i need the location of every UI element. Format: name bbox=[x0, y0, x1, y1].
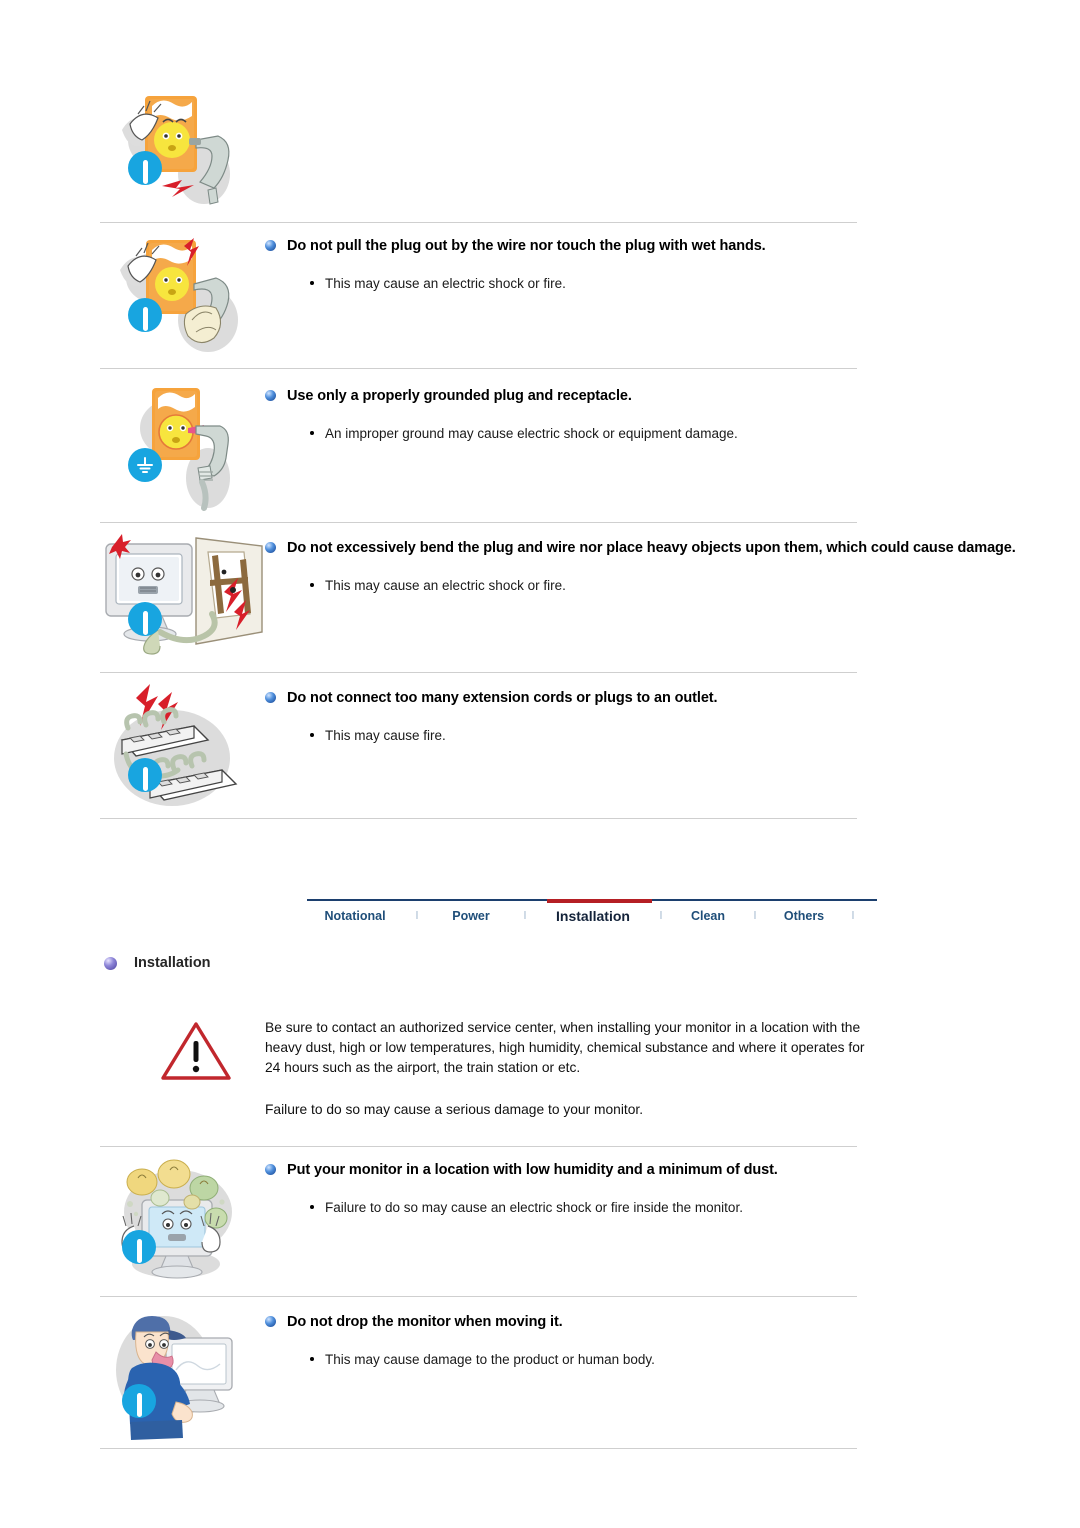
safety-heading-text: Do not pull the plug out by the wire nor… bbox=[287, 238, 766, 254]
safety-heading: Do not pull the plug out by the wire nor… bbox=[265, 236, 766, 256]
tab-others[interactable]: Others bbox=[769, 904, 839, 928]
tab-separator: l bbox=[523, 910, 527, 922]
tab-separator: l bbox=[415, 910, 419, 922]
divider bbox=[100, 1448, 857, 1449]
ground-icon bbox=[128, 448, 162, 482]
bullet-sphere-icon bbox=[265, 542, 276, 553]
safety-heading: Do not connect too many extension cords … bbox=[265, 688, 718, 708]
exclamation-icon bbox=[128, 298, 162, 332]
safety-detail-item: This may cause fire. bbox=[265, 726, 717, 745]
person-carrying-monitor-icon bbox=[100, 1304, 265, 1444]
divider bbox=[100, 522, 857, 523]
tab-navigation: Notational l Power l Installation l Clea… bbox=[307, 899, 877, 935]
divider bbox=[100, 1146, 857, 1147]
safety-heading: Put your monitor in a location with low … bbox=[265, 1160, 778, 1180]
safety-row-pull-plug: Do not pull the plug out by the wire nor… bbox=[0, 228, 796, 368]
safety-detail-item: This may cause an electric shock or fire… bbox=[265, 576, 1016, 595]
outlet-face-grounded-plug-icon bbox=[100, 378, 265, 518]
safety-content: Do not drop the monitor when moving it. … bbox=[265, 1304, 685, 1369]
bullet-dot-icon bbox=[310, 281, 314, 285]
tab-list: Notational l Power l Installation l Clea… bbox=[307, 903, 877, 929]
divider bbox=[100, 1296, 857, 1297]
safety-detail-text: An improper ground may cause electric sh… bbox=[325, 426, 738, 441]
warning-text: Be sure to contact an authorized service… bbox=[265, 1018, 865, 1120]
exclamation-icon bbox=[122, 1230, 156, 1264]
exclamation-icon bbox=[128, 151, 162, 185]
safety-detail-item: This may cause an electric shock or fire… bbox=[265, 274, 766, 293]
top-illustration-row bbox=[0, 78, 295, 218]
safety-heading-text: Do not connect too many extension cords … bbox=[287, 690, 718, 706]
bullet-dot-icon bbox=[310, 431, 314, 435]
warning-paragraph: Be sure to contact an authorized service… bbox=[265, 1020, 865, 1075]
page-title: Installation bbox=[104, 955, 211, 971]
safety-heading-text: Use only a properly grounded plug and re… bbox=[287, 388, 632, 404]
safety-heading: Use only a properly grounded plug and re… bbox=[265, 386, 738, 406]
safety-content: Do not pull the plug out by the wire nor… bbox=[265, 228, 796, 293]
exclamation-icon bbox=[122, 1384, 156, 1418]
safety-content: Use only a properly grounded plug and re… bbox=[265, 378, 768, 443]
safety-detail-text: This may cause damage to the product or … bbox=[325, 1352, 655, 1367]
divider bbox=[100, 818, 857, 819]
safety-heading-text: Do not excessively bend the plug and wir… bbox=[287, 540, 1016, 556]
safety-content: Do not excessively bend the plug and wir… bbox=[265, 530, 1046, 595]
exclamation-icon bbox=[128, 758, 162, 792]
bullet-dot-icon bbox=[310, 1205, 314, 1209]
manual-page: Do not pull the plug out by the wire nor… bbox=[0, 0, 1080, 1528]
overloaded-power-strip-icon bbox=[100, 680, 265, 820]
safety-content: Do not connect too many extension cords … bbox=[265, 680, 747, 745]
bullet-sphere-icon bbox=[265, 390, 276, 401]
bullet-dot-icon bbox=[310, 583, 314, 587]
bullet-sphere-icon bbox=[265, 240, 276, 251]
safety-detail-text: This may cause an electric shock or fire… bbox=[325, 578, 566, 593]
divider bbox=[100, 222, 857, 223]
outlet-face-plug-pull-icon bbox=[100, 78, 265, 218]
safety-row-low-humidity: Put your monitor in a location with low … bbox=[0, 1152, 808, 1292]
safety-heading: Do not drop the monitor when moving it. bbox=[265, 1312, 655, 1332]
warning-triangle-icon bbox=[160, 1020, 232, 1082]
tab-clean[interactable]: Clean bbox=[675, 904, 741, 928]
bullet-dot-icon bbox=[310, 1357, 314, 1361]
safety-row-extension-cords: Do not connect too many extension cords … bbox=[0, 680, 747, 820]
safety-row-grounded-plug: Use only a properly grounded plug and re… bbox=[0, 378, 768, 518]
tab-separator: l bbox=[753, 910, 757, 922]
divider bbox=[100, 672, 857, 673]
safety-detail-item: An improper ground may cause electric sh… bbox=[265, 424, 738, 443]
safety-heading-text: Put your monitor in a location with low … bbox=[287, 1162, 778, 1178]
bullet-sphere-icon bbox=[265, 1164, 276, 1175]
section-orb-icon bbox=[104, 956, 117, 970]
warning-paragraph: Failure to do so may cause a serious dam… bbox=[265, 1102, 644, 1117]
tab-notational[interactable]: Notational bbox=[307, 904, 403, 928]
safety-detail-text: This may cause fire. bbox=[325, 728, 446, 743]
bullet-sphere-icon bbox=[265, 692, 276, 703]
safety-row-do-not-drop: Do not drop the monitor when moving it. … bbox=[0, 1304, 685, 1444]
page-title-text: Installation bbox=[134, 955, 211, 971]
safety-row-bend-plug: Do not excessively bend the plug and wir… bbox=[0, 530, 1046, 670]
exclamation-icon bbox=[128, 602, 162, 636]
monitor-dust-particles-icon bbox=[100, 1152, 265, 1292]
monitor-bent-cable-icon bbox=[100, 530, 265, 670]
divider bbox=[100, 368, 857, 369]
safety-detail-text: This may cause an electric shock or fire… bbox=[325, 276, 566, 291]
outlet-face-plug-pull-icon bbox=[100, 228, 265, 368]
top-illustration-spacer bbox=[265, 78, 295, 86]
safety-heading-text: Do not drop the monitor when moving it. bbox=[287, 1314, 563, 1330]
safety-heading: Do not excessively bend the plug and wir… bbox=[265, 538, 1016, 558]
safety-content: Put your monitor in a location with low … bbox=[265, 1152, 808, 1217]
safety-detail-item: Failure to do so may cause an electric s… bbox=[265, 1198, 778, 1217]
tab-separator: l bbox=[851, 910, 855, 922]
tab-installation[interactable]: Installation bbox=[539, 903, 647, 929]
bullet-dot-icon bbox=[310, 733, 314, 737]
safety-detail-item: This may cause damage to the product or … bbox=[265, 1350, 655, 1369]
safety-detail-text: Failure to do so may cause an electric s… bbox=[325, 1200, 743, 1215]
bullet-sphere-icon bbox=[265, 1316, 276, 1327]
tab-power[interactable]: Power bbox=[431, 904, 511, 928]
tab-separator: l bbox=[659, 910, 663, 922]
